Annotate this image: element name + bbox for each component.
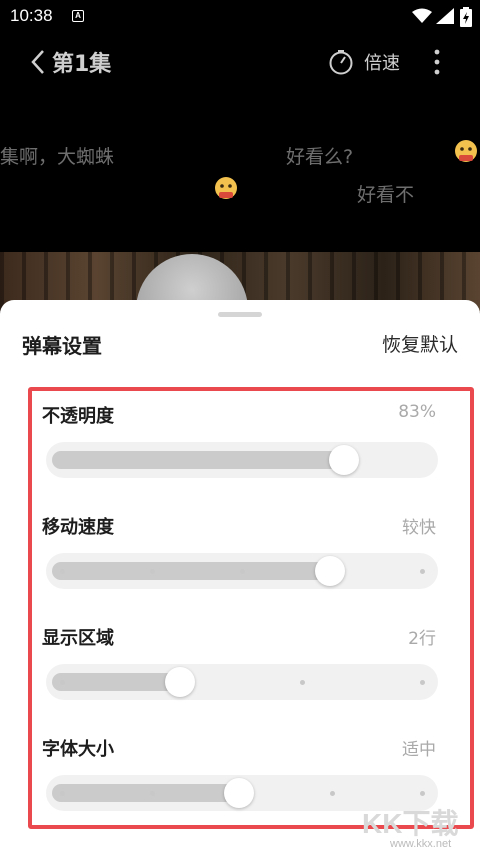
slider-thumb[interactable]: [329, 445, 359, 475]
setting-value: 83%: [398, 402, 436, 422]
slider-step-dot: [60, 791, 65, 796]
wifi-icon: [412, 8, 432, 23]
watermark-url: www.kkx.net: [390, 838, 452, 850]
episode-title: 第1集: [52, 52, 112, 77]
opacity-slider[interactable]: [46, 442, 438, 478]
slider-step-dot: [60, 569, 65, 574]
more-options-icon[interactable]: [426, 48, 448, 76]
slider-step-dot: [300, 680, 305, 685]
setting-value: 适中: [402, 740, 436, 760]
slider-step-dot: [420, 680, 425, 685]
slider-thumb[interactable]: [165, 667, 195, 697]
danmaku-comment: 好看不: [357, 184, 415, 206]
back-button[interactable]: 第1集: [30, 44, 130, 80]
move-speed-slider[interactable]: [46, 553, 438, 589]
opacity-setting: 不透明度 83%: [42, 402, 438, 502]
speed-button[interactable]: 倍速: [328, 46, 400, 78]
danmaku-comment: 集啊，大蜘蛛: [0, 146, 115, 168]
setting-label: 显示区域: [42, 628, 114, 649]
sheet-title: 弹幕设置: [22, 334, 102, 358]
slider-step-dot: [150, 791, 155, 796]
slider-fill: [52, 451, 344, 469]
setting-label: 移动速度: [42, 517, 114, 538]
danmaku-settings-sheet: 弹幕设置 恢复默认 不透明度 83% 移动速度 较快 显示区域 2行 字体大小 …: [0, 300, 480, 854]
reset-defaults-button[interactable]: 恢复默认: [382, 330, 458, 357]
speed-dial-icon: [329, 50, 353, 75]
watermark-logo: KK下载: [362, 808, 459, 839]
speed-label: 倍速: [364, 53, 400, 74]
slider-fill: [52, 784, 239, 802]
slider-thumb[interactable]: [224, 778, 254, 808]
danmaku-comment: 好看么?: [286, 146, 354, 168]
danmaku-emoji-icon: [455, 140, 477, 162]
setting-label: 不透明度: [42, 406, 114, 427]
setting-value: 2行: [408, 629, 436, 649]
signal-icon: [436, 8, 454, 24]
notification-badge: A: [72, 10, 84, 22]
slider-fill: [52, 562, 330, 580]
status-time: 10:38: [10, 6, 53, 25]
slider-thumb[interactable]: [315, 556, 345, 586]
battery-charging-icon: [460, 7, 472, 27]
setting-value: 较快: [402, 518, 436, 538]
danmaku-emoji-icon: [215, 177, 237, 199]
setting-label: 字体大小: [42, 739, 114, 760]
slider-step-dot: [60, 680, 65, 685]
chevron-left-icon: [31, 50, 44, 74]
sheet-drag-handle[interactable]: [218, 312, 262, 317]
display-area-slider[interactable]: [46, 664, 438, 700]
display-area-setting: 显示区域 2行: [42, 624, 438, 724]
slider-fill: [52, 673, 180, 691]
slider-step-dot: [420, 569, 425, 574]
move-speed-setting: 移动速度 较快: [42, 513, 438, 613]
slider-step-dot: [240, 569, 245, 574]
player-top-bar: 第1集 倍速: [0, 38, 480, 86]
slider-step-dot: [420, 791, 425, 796]
status-bar: 10:38 A: [0, 0, 480, 34]
slider-step-dot: [150, 569, 155, 574]
slider-step-dot: [330, 791, 335, 796]
